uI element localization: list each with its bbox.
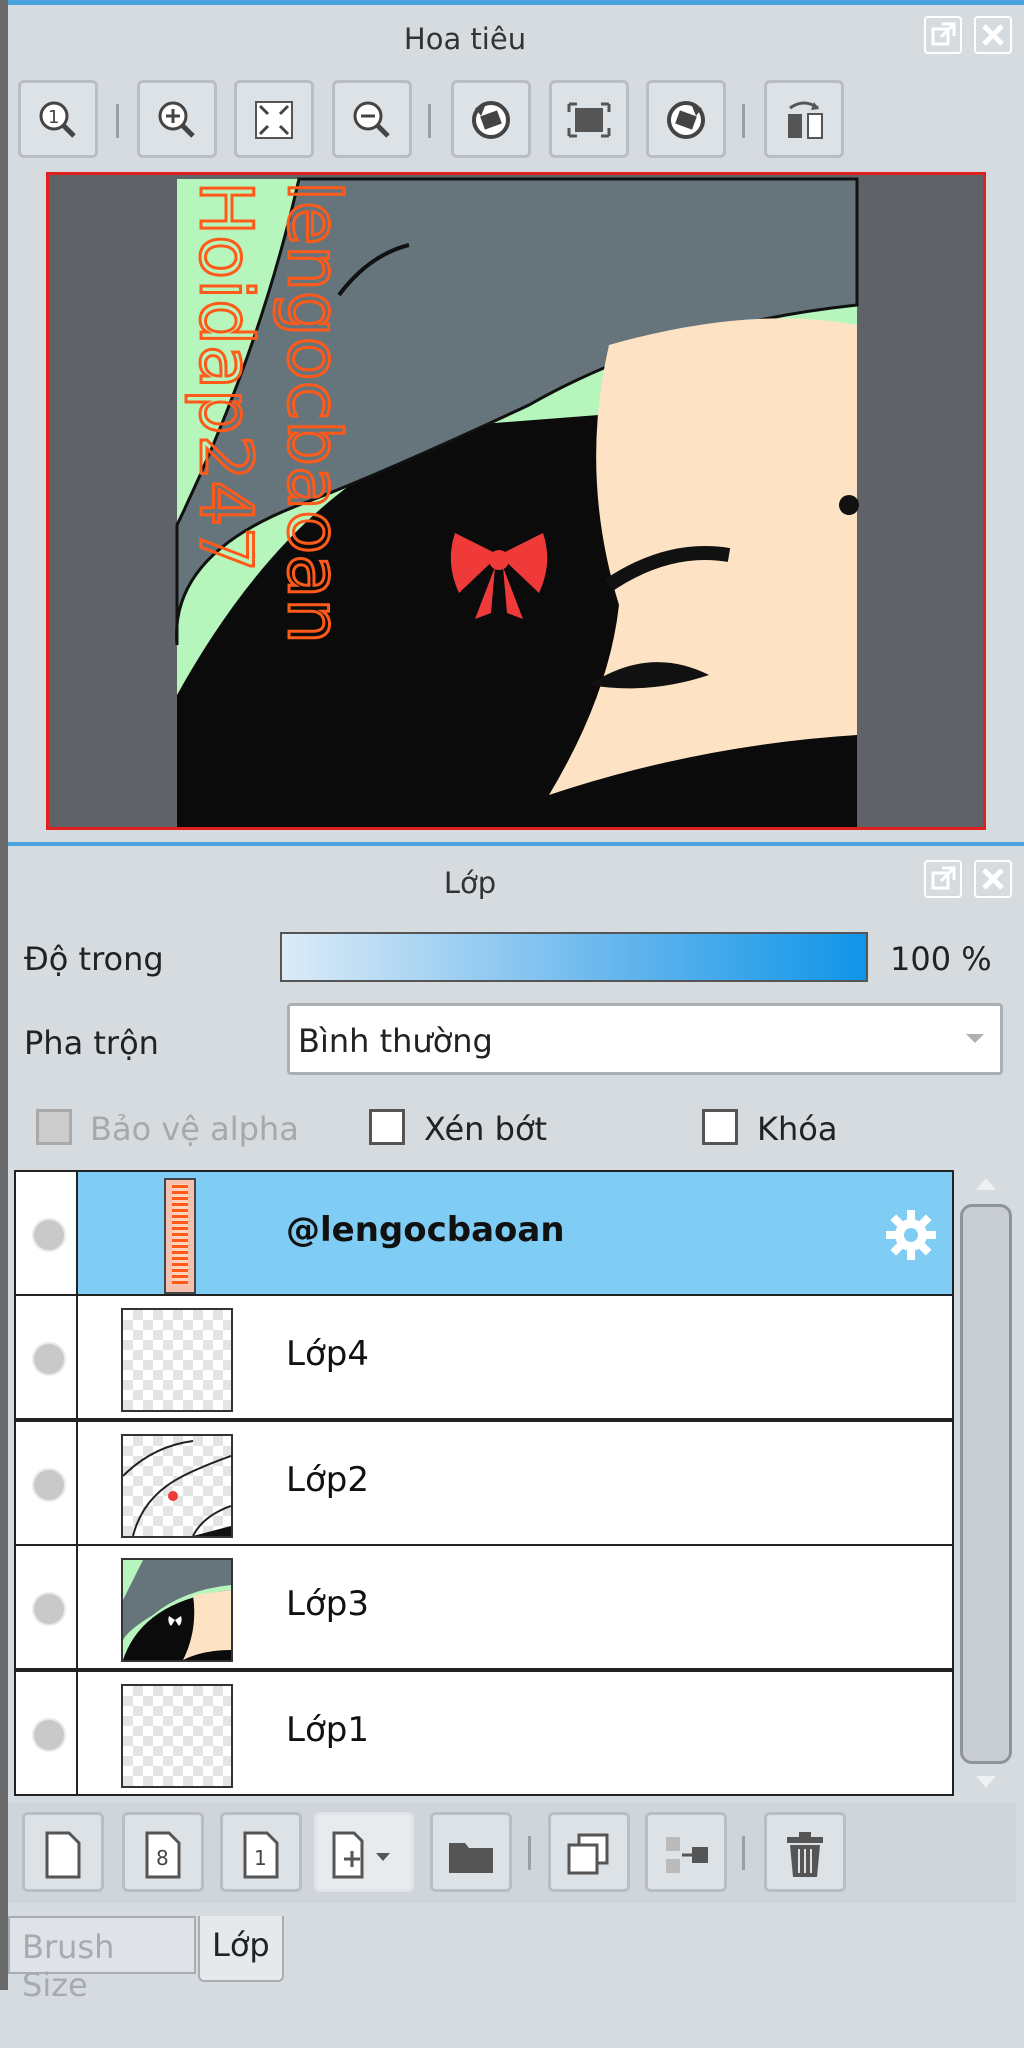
layer-row[interactable]: Lớp2 [14, 1420, 954, 1546]
toolbar-separator [428, 104, 431, 138]
layer-row[interactable]: Lớp1 [14, 1670, 954, 1796]
new-8bit-layer-icon[interactable]: 8 [122, 1812, 204, 1892]
svg-text:8: 8 [156, 1846, 169, 1870]
layer-thumbnail [121, 1684, 233, 1788]
scroll-up-icon[interactable] [974, 1176, 998, 1192]
canvas-artwork: lengocbaoan Hoidap247 [175, 177, 859, 827]
navigator-popout-icon[interactable] [924, 16, 962, 54]
visibility-toggle[interactable] [16, 1672, 78, 1794]
protect-alpha-label: Bảo vệ alpha [90, 1110, 299, 1148]
layers-scrollbar[interactable] [958, 1170, 1014, 1796]
toolbar-separator [528, 1836, 531, 1870]
clipping-checkbox[interactable] [369, 1109, 405, 1145]
tab-layers[interactable]: Lớp [198, 1916, 284, 1982]
watermark-lengocbaoan: lengocbaoan [272, 181, 356, 644]
clipping-label: Xén bớt [424, 1110, 548, 1148]
panel-divider [8, 842, 1024, 846]
zoom-actual-icon[interactable]: 1 [18, 80, 98, 158]
layer-row[interactable]: Lớp3 [14, 1544, 954, 1670]
chevron-down-icon [966, 1034, 984, 1043]
navigator-close-icon[interactable] [974, 16, 1012, 54]
top-accent-line [8, 0, 1024, 5]
layers-close-icon[interactable] [974, 860, 1012, 898]
duplicate-layer-icon[interactable] [548, 1812, 630, 1892]
navigator-preview[interactable]: lengocbaoan Hoidap247 [46, 172, 986, 830]
rotate-left-icon[interactable] [451, 80, 531, 158]
layer-name: @lengocbaoan [286, 1210, 565, 1250]
lock-label: Khóa [757, 1110, 838, 1148]
flip-horizontal-icon[interactable] [764, 80, 844, 158]
blend-mode-select[interactable]: Bình thường [287, 1003, 1003, 1075]
toolbar-separator [742, 104, 745, 138]
toolbar-separator [116, 104, 119, 138]
blend-mode-value: Bình thường [298, 1022, 493, 1060]
merge-layer-icon[interactable] [645, 1812, 727, 1892]
opacity-value: 100 % [890, 940, 992, 978]
lock-checkbox[interactable] [702, 1109, 738, 1145]
visibility-toggle[interactable] [16, 1422, 78, 1544]
fit-screen-icon[interactable] [549, 80, 629, 158]
gear-icon[interactable] [884, 1208, 938, 1262]
zoom-in-icon[interactable] [137, 80, 217, 158]
visibility-toggle[interactable] [16, 1296, 78, 1418]
layer-thumbnail [164, 1178, 196, 1294]
layers-popout-icon[interactable] [924, 860, 962, 898]
protect-alpha-checkbox[interactable] [36, 1109, 72, 1145]
left-window-edge [0, 0, 8, 1990]
layer-name: Lớp3 [286, 1584, 369, 1624]
layer-row[interactable]: Lớp4 [14, 1294, 954, 1420]
layer-thumbnail [121, 1558, 233, 1662]
scroll-down-icon[interactable] [974, 1774, 998, 1790]
rotate-right-icon[interactable] [646, 80, 726, 158]
layer-name: Lớp1 [286, 1710, 369, 1750]
new-layer-icon[interactable] [22, 1812, 104, 1892]
layer-thumbnail [121, 1434, 233, 1538]
scroll-thumb[interactable] [960, 1204, 1012, 1764]
layer-thumbnail [121, 1308, 233, 1412]
trash-icon[interactable] [764, 1812, 846, 1892]
layer-name: Lớp2 [286, 1460, 369, 1500]
visibility-toggle[interactable] [16, 1172, 78, 1294]
visibility-toggle[interactable] [16, 1546, 78, 1668]
tab-brush-size[interactable]: Brush Size [8, 1916, 196, 2004]
toolbar-separator [742, 1836, 745, 1870]
folder-icon[interactable] [430, 1812, 512, 1892]
navigator-title: Hoa tiêu [403, 22, 527, 56]
add-layer-menu-icon[interactable] [314, 1812, 414, 1892]
layer-name: Lớp4 [286, 1334, 369, 1374]
zoom-out-icon[interactable] [332, 80, 412, 158]
new-1bit-layer-icon[interactable]: 1 [220, 1812, 302, 1892]
layer-row[interactable]: @lengocbaoan [14, 1170, 954, 1296]
blend-label: Pha trộn [24, 1024, 159, 1062]
layers-title: Lớp [443, 866, 497, 900]
svg-text:1: 1 [254, 1846, 267, 1870]
watermark-hoidap247: Hoidap247 [184, 181, 268, 572]
fit-window-icon[interactable] [234, 80, 314, 158]
opacity-label: Độ trong [24, 940, 164, 978]
svg-text:1: 1 [48, 107, 59, 128]
opacity-slider[interactable] [280, 932, 868, 982]
